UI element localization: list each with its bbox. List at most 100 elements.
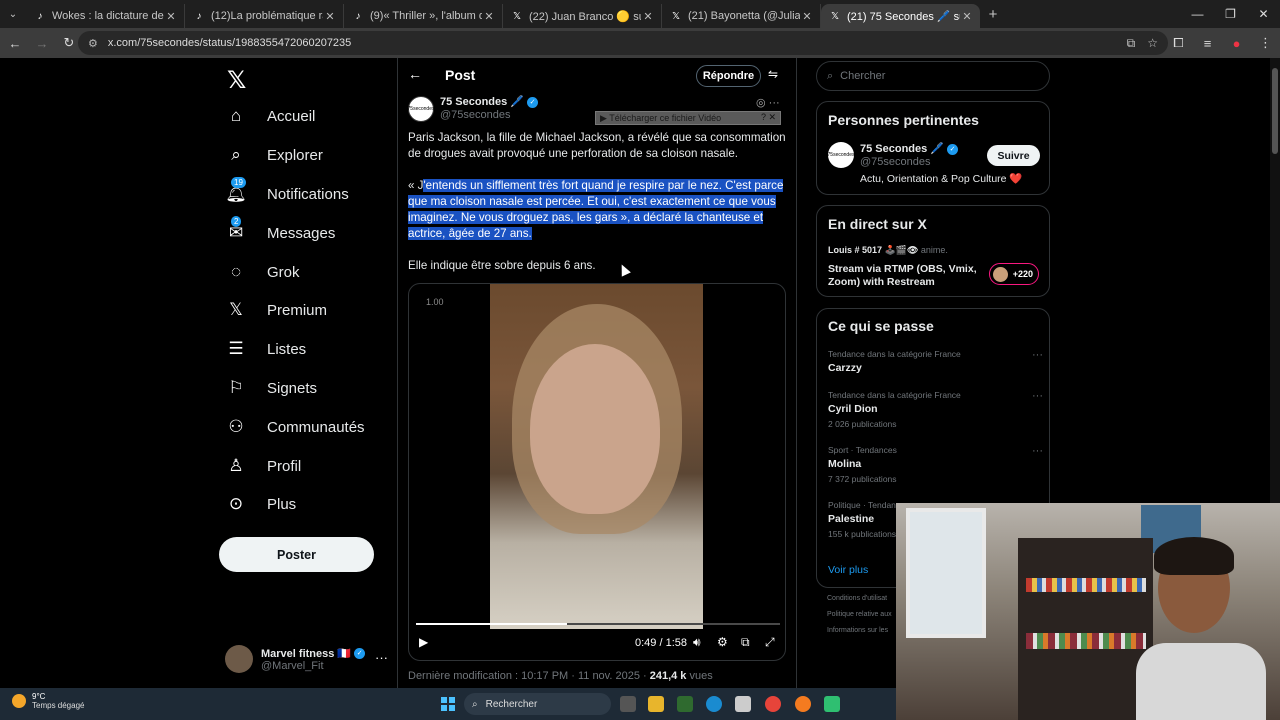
live-listeners[interactable]: +220 (989, 263, 1039, 285)
post-timestamp: Dernière modification : 10:17 PM · 11 no… (408, 670, 650, 682)
profile-icon[interactable]: ● (1222, 36, 1251, 51)
close-window-icon[interactable]: ✕ (1247, 0, 1280, 28)
trend-name: Molina (828, 458, 862, 470)
reply-button[interactable]: Répondre (696, 65, 761, 87)
video-progress-bar[interactable] (416, 623, 780, 625)
nav-item-notifications[interactable]: 🔔︎ 19 Notifications (225, 177, 349, 208)
close-tab-icon[interactable]: ✕ (164, 10, 178, 23)
live-title[interactable]: Stream via RTMP (OBS, Vmix, Zoom) with R… (828, 263, 988, 289)
more-dots-icon[interactable]: ··· (1032, 390, 1043, 402)
footer-link[interactable]: Informations sur les (827, 627, 888, 634)
close-tab-icon[interactable]: ✕ (482, 10, 496, 23)
video-time: 0:49 / 1:58 (635, 637, 687, 649)
chrome-icon[interactable] (765, 696, 781, 712)
see-more-link[interactable]: Voir plus (828, 564, 868, 576)
browser-tab[interactable]: 𝕏 (22) Juan Branco 🟡 sur X : "La✕ (503, 4, 662, 28)
play-icon[interactable]: ▶ (419, 635, 428, 649)
forward-icon[interactable]: → (30, 36, 54, 51)
trend-item[interactable]: Tendance dans la catégorie France Cyril D… (828, 390, 1043, 429)
relevant-handle[interactable]: @75secondes (860, 156, 931, 168)
firefox-icon[interactable] (795, 696, 811, 712)
browser-tab[interactable]: ♪ (12)La problématique raciste de✕ (185, 4, 344, 28)
minimize-icon[interactable]: — (1181, 0, 1214, 28)
author-name[interactable]: 75 Secondes 🖊️ (440, 96, 524, 108)
x-logo-icon[interactable]: 𝕏 (227, 66, 246, 95)
search-placeholder: Chercher (840, 70, 886, 82)
more-dots-icon[interactable]: ··· (1032, 445, 1043, 457)
footer-link[interactable]: Conditions d'utilisat (827, 595, 887, 602)
tab-search-chevron-icon[interactable]: ⌄ (0, 0, 26, 28)
menu-icon[interactable]: ⋮ (1251, 35, 1280, 51)
trend-item[interactable]: Tendance dans la catégorie France Carzzy ·… (828, 349, 1043, 374)
search-input[interactable]: ⌕ Chercher (816, 61, 1050, 91)
edge-icon[interactable] (706, 696, 722, 712)
fullscreen-icon[interactable]: ⤢ (765, 635, 775, 650)
bell-icon: 🔔︎ 19 (225, 177, 247, 203)
nav-item-grok[interactable]: ◌ Grok (226, 258, 300, 286)
grok-explain-icon[interactable]: ◎ (756, 97, 766, 109)
follow-button[interactable]: Suivre (987, 145, 1040, 166)
avatar[interactable]: 75secondes (828, 142, 854, 168)
close-tab-icon[interactable]: ✕ (800, 10, 814, 23)
nav-item-more[interactable]: ⊙ Plus (226, 490, 296, 518)
more-dots-icon[interactable]: ··· (1032, 349, 1043, 361)
live-host[interactable]: Louis # 5017 🕹️🎬👁 anime. (828, 245, 948, 256)
relevant-people-card: Personnes pertinentes 75secondes 75 Seco… (816, 101, 1050, 195)
reading-list-icon[interactable]: ≡ (1193, 36, 1222, 51)
close-icon[interactable]: ? ✕ (761, 112, 776, 123)
author-handle[interactable]: @75secondes (440, 109, 511, 121)
xbox-icon[interactable] (677, 696, 693, 712)
taskbar-search[interactable]: ⌕ Rechercher (464, 693, 611, 715)
task-view-icon[interactable] (620, 696, 636, 712)
settings-gear-icon[interactable]: ⚙ (717, 635, 728, 649)
browser-tab[interactable]: ♪ (9)« Thriller », l'album de Micha✕ (344, 4, 503, 28)
browser-tab-active[interactable]: 𝕏 (21) 75 Secondes 🖊️ sur X : "Pa✕ (821, 4, 980, 28)
more-dots-icon[interactable]: ··· (769, 97, 780, 109)
nav-item-home[interactable]: ⌂ Accueil (226, 102, 316, 130)
download-video-bar[interactable]: ▶ Télécharger ce fichier Vidéo ? ✕ (595, 111, 781, 125)
volume-icon[interactable]: 🔊︎ (693, 635, 701, 650)
nav-item-bookmarks[interactable]: ⚐ Signets (226, 374, 317, 402)
footer-link[interactable]: Politique relative aux (827, 611, 892, 618)
trend-item[interactable]: Sport · Tendances Molina 7 372 publication… (828, 445, 1043, 484)
install-app-icon[interactable]: ⧉ (1127, 36, 1136, 51)
site-info-icon[interactable]: ⚙ (88, 37, 98, 50)
author-avatar[interactable]: 75secondes (408, 96, 434, 122)
browser-tab[interactable]: 𝕏 (21) Bayonetta (@JuliaBayonett✕ (662, 4, 821, 28)
webcam-window (906, 508, 986, 638)
filter-settings-icon[interactable]: ⇋ (768, 67, 778, 81)
app-icon[interactable] (824, 696, 840, 712)
weather-widget[interactable]: 9°C Temps dégagé (12, 692, 84, 710)
maximize-icon[interactable]: ❐ (1214, 0, 1247, 28)
picture-in-picture-icon[interactable]: ⧉ (741, 635, 750, 650)
scrollbar-thumb[interactable] (1272, 68, 1278, 154)
browser-tab[interactable]: ♪ Wokes : la dictature des bien-p✕ (26, 4, 185, 28)
extensions-icon[interactable]: ⧠ (1164, 35, 1193, 51)
account-switcher[interactable]: Marvel fitness 🇫🇷 ✓ @Marvel_Fit ··· (225, 644, 395, 674)
nav-item-profile[interactable]: ♙ Profil (226, 452, 301, 480)
close-tab-icon[interactable]: ✕ (641, 10, 655, 23)
trend-count: 2 026 publications (828, 419, 897, 429)
back-icon[interactable]: ← (3, 36, 27, 51)
windows-start-icon[interactable] (441, 697, 455, 711)
store-icon[interactable] (735, 696, 751, 712)
relevant-name[interactable]: 75 Secondes 🖊️ (860, 143, 944, 155)
file-explorer-icon[interactable] (648, 696, 664, 712)
mail-icon: ✉ 2 (228, 216, 244, 242)
address-bar[interactable]: ⚙ x.com/75secondes/status/19883554720602… (78, 31, 1168, 55)
nav-item-premium[interactable]: 𝕏 Premium (226, 296, 327, 324)
nav-item-lists[interactable]: ☰ Listes (226, 335, 306, 363)
account-handle: @Marvel_Fit (261, 659, 324, 672)
nav-item-explore[interactable]: ⌕ Explorer (226, 141, 323, 169)
post-button[interactable]: Poster (219, 537, 374, 572)
video-player[interactable]: 1.00 ▶ 0:49 / 1:58 🔊︎ ⚙ ⧉ ⤢ (408, 283, 786, 661)
bookmark-star-icon[interactable]: ☆ (1147, 36, 1158, 50)
close-tab-icon[interactable]: ✕ (960, 10, 974, 23)
close-tab-icon[interactable]: ✕ (323, 10, 337, 23)
back-arrow-icon[interactable]: ← (408, 66, 422, 82)
nav-item-communities[interactable]: ⚇ Communautés (226, 413, 364, 441)
post-actions: ◎ ··· (756, 96, 780, 109)
nav-item-messages[interactable]: ✉ 2 Messages (226, 216, 335, 247)
new-tab-icon[interactable]: + (980, 6, 1006, 23)
tab-title: (22) Juan Branco 🟡 sur X : "La (529, 10, 641, 23)
